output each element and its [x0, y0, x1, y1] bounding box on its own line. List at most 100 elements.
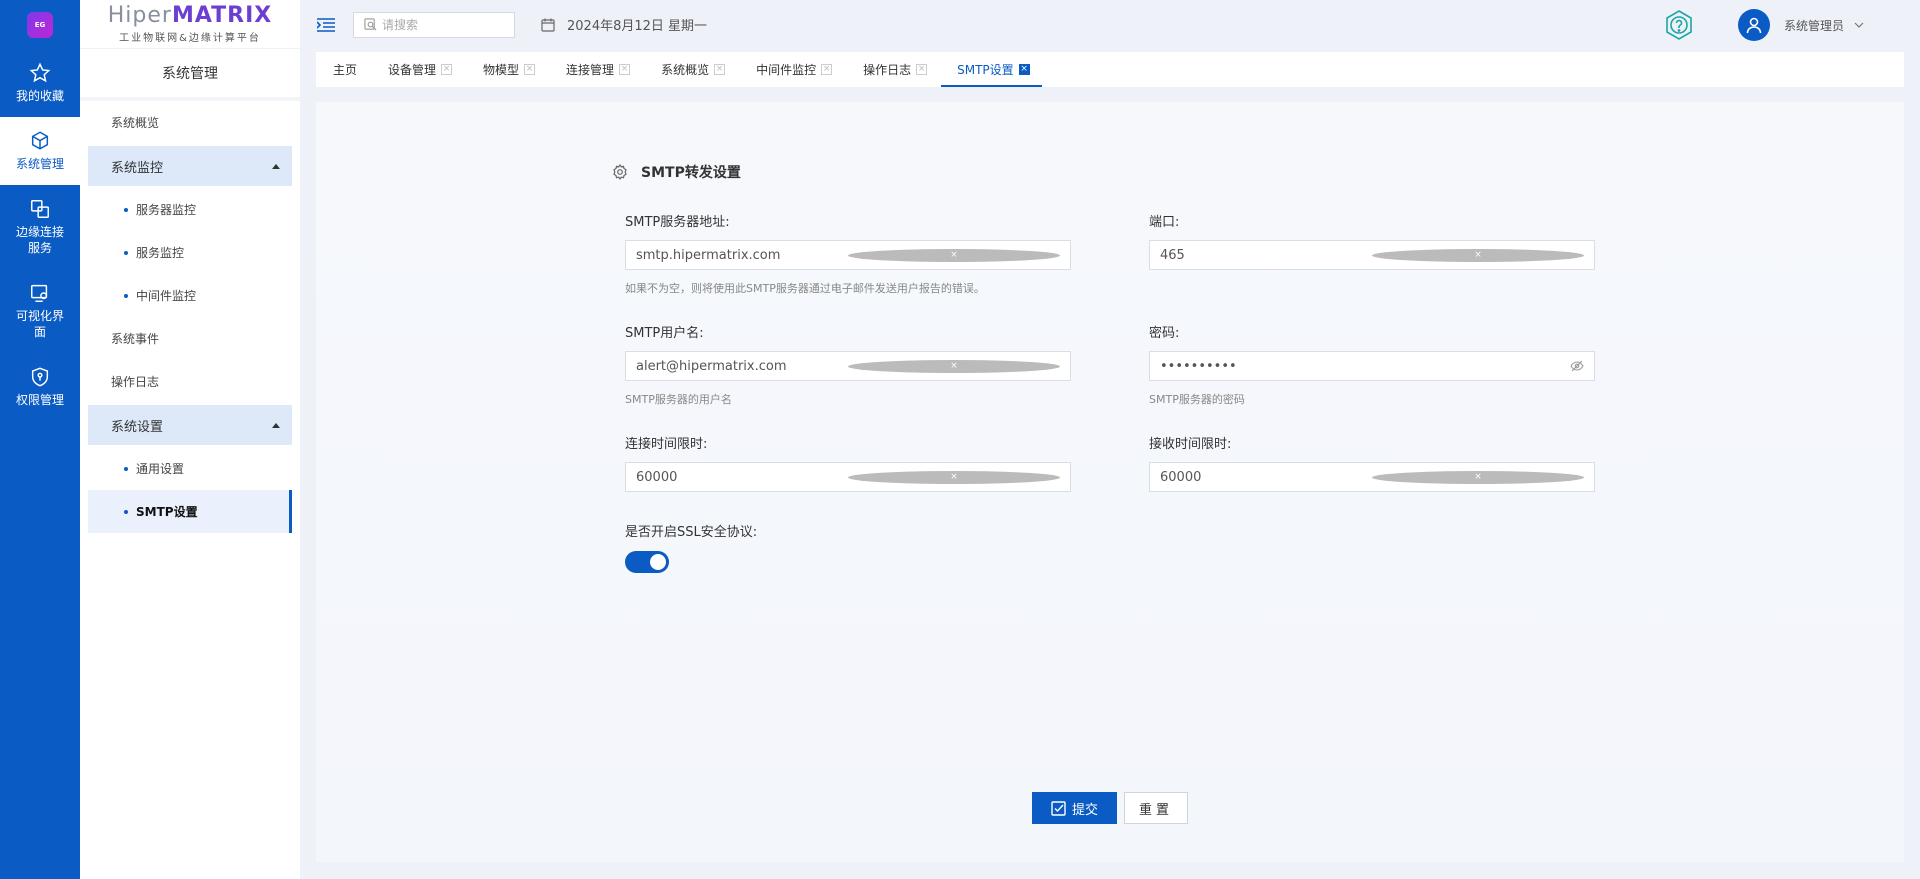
input-value: •••••••••• — [1160, 358, 1237, 374]
search-icon — [364, 18, 377, 31]
clear-icon[interactable]: × — [848, 470, 1060, 484]
sidebar-group-label: 系统监控 — [111, 160, 164, 176]
connect-timeout-input[interactable]: 60000 × — [625, 462, 1071, 492]
star-icon — [29, 62, 51, 83]
rail-item-label: 边缘连接服务 — [16, 225, 65, 255]
sidebar-item-label: SMTP设置 — [136, 505, 198, 519]
secondary-sidebar: HiperMATRIX 工业物联网&边缘计算平台 系统管理 系统概览 系统监控 … — [80, 0, 300, 879]
search-placeholder: 请搜索 — [382, 18, 419, 32]
form-title-text: SMTP转发设置 — [641, 165, 741, 181]
clear-icon[interactable]: × — [848, 248, 1060, 262]
close-icon[interactable]: × — [441, 64, 453, 75]
sidebar-item-smtp-settings[interactable]: SMTP设置 — [88, 490, 292, 533]
rail-item-favorites[interactable]: 我的收藏 — [0, 49, 80, 117]
tab-label: 连接管理 — [566, 63, 615, 77]
field-hint: SMTP服务器的密码 — [1149, 393, 1245, 406]
sidebar-item-oplog[interactable]: 操作日志 — [88, 360, 292, 403]
chevron-up-icon — [272, 163, 280, 169]
rail-item-label: 系统管理 — [15, 157, 64, 171]
sidebar-title: 系统管理 — [80, 49, 300, 101]
sidebar-item-overview[interactable]: 系统概览 — [88, 101, 292, 144]
calendar-icon — [541, 18, 555, 32]
sidebar-item-server-monitor[interactable]: 服务器监控 — [88, 188, 292, 231]
sidebar-item-general-settings[interactable]: 通用设置 — [88, 447, 292, 490]
sidebar-item-service-monitor[interactable]: 服务监控 — [88, 231, 292, 274]
ssl-label: 是否开启SSL安全协议: — [625, 525, 758, 540]
reset-button[interactable]: 重置 — [1124, 792, 1188, 824]
close-icon[interactable]: × — [916, 64, 928, 75]
sidebar-item-middleware-monitor[interactable]: 中间件监控 — [88, 274, 292, 317]
reset-label: 重置 — [1138, 802, 1173, 818]
tab-middleware-monitor[interactable]: 中间件监控 × — [739, 52, 833, 87]
clear-icon[interactable]: × — [1372, 470, 1584, 484]
sidebar-item-label: 服务监控 — [136, 246, 185, 260]
menu-toggle-icon[interactable] — [317, 17, 335, 32]
sidebar-group-monitor[interactable]: 系统监控 — [88, 146, 292, 186]
form-title: SMTP转发设置 — [612, 162, 741, 182]
rail-item-label: 可视化界面 — [16, 309, 65, 339]
tab-bar: 主页 设备管理 × 物模型 × 连接管理 × 系统概览 × 中间件监控 × 操作日志 × S… — [316, 52, 1904, 87]
rail-item-edge-connect[interactable]: 边缘连接服务 — [0, 185, 80, 269]
clear-icon[interactable]: × — [848, 359, 1060, 373]
tab-label: SMTP设置 — [957, 63, 1014, 77]
port-field: 端口: 465 × — [1149, 211, 1595, 270]
icon-rail: EG 我的收藏 系统管理 边缘连接服务 可视化界面 权限管理 — [0, 0, 80, 879]
tab-label: 系统概览 — [661, 63, 710, 77]
field-label: 端口: — [1149, 215, 1180, 230]
smtp-username-input[interactable]: alert@hipermatrix.com × — [625, 351, 1071, 381]
tab-label: 中间件监控 — [756, 63, 817, 77]
submit-button[interactable]: 提交 — [1032, 792, 1117, 824]
rail-item-permissions[interactable]: 权限管理 — [0, 353, 80, 421]
tab-label: 操作日志 — [863, 63, 912, 77]
close-icon[interactable]: × — [821, 64, 833, 75]
smtp-server-input[interactable]: smtp.hipermatrix.com × — [625, 240, 1071, 270]
port-input[interactable]: 465 × — [1149, 240, 1595, 270]
receive-timeout-input[interactable]: 60000 × — [1149, 462, 1595, 492]
app-logo[interactable]: EG — [0, 0, 80, 49]
connect-timeout-field: 连接时间限时: 60000 × — [625, 433, 1071, 492]
input-value: 60000 — [636, 469, 678, 485]
field-hint: SMTP服务器的用户名 — [625, 393, 732, 406]
toggle-knob — [650, 554, 666, 570]
eye-off-icon[interactable] — [1570, 360, 1584, 372]
tab-smtp-settings[interactable]: SMTP设置 × — [941, 52, 1042, 87]
tab-system-overview[interactable]: 系统概览 × — [644, 52, 726, 87]
top-bar: 请搜索 2024年8月12日 星期一 系统管理员 — [300, 0, 1920, 49]
rail-item-visual-interface[interactable]: 可视化界面 — [0, 269, 80, 353]
sidebar-item-label: 服务器监控 — [136, 203, 197, 217]
tab-operation-log[interactable]: 操作日志 × — [846, 52, 928, 87]
close-icon[interactable]: × — [524, 64, 536, 75]
close-icon[interactable]: × — [1018, 64, 1030, 75]
ssl-toggle[interactable] — [625, 551, 669, 573]
password-field: 密码: •••••••••• SMTP服务器的密码 — [1149, 322, 1595, 407]
field-hint: 如果不为空，则将使用此SMTP服务器通过电子邮件发送用户报告的错误。 — [625, 282, 985, 295]
sidebar-group-label: 系统设置 — [111, 419, 164, 435]
user-menu[interactable]: 系统管理员 — [1738, 9, 1864, 41]
search-input[interactable]: 请搜索 — [353, 11, 515, 38]
tab-label: 物模型 — [483, 63, 520, 77]
rail-item-system-management[interactable]: 系统管理 — [0, 117, 80, 185]
input-value: alert@hipermatrix.com — [636, 358, 787, 374]
tab-device-management[interactable]: 设备管理 × — [371, 52, 453, 87]
rail-item-label: 权限管理 — [15, 393, 64, 407]
tab-home[interactable]: 主页 — [316, 52, 357, 87]
close-icon[interactable]: × — [619, 64, 631, 75]
brand-subtitle: 工业物联网&边缘计算平台 — [119, 33, 261, 44]
tab-connection-management[interactable]: 连接管理 × — [549, 52, 631, 87]
brand-name-main: MATRIX — [171, 3, 273, 28]
sidebar-group-settings[interactable]: 系统设置 — [88, 405, 292, 445]
sidebar-item-label: 中间件监控 — [136, 289, 197, 303]
help-icon[interactable] — [1662, 8, 1696, 42]
sidebar-item-label: 通用设置 — [136, 462, 185, 476]
tab-thing-model[interactable]: 物模型 × — [466, 52, 536, 87]
receive-timeout-field: 接收时间限时: 60000 × — [1149, 433, 1595, 492]
bullet-icon — [124, 466, 128, 471]
visual-screen-icon — [31, 284, 48, 302]
password-input[interactable]: •••••••••• — [1149, 351, 1595, 381]
close-icon[interactable]: × — [714, 64, 726, 75]
field-label: 密码: — [1149, 326, 1180, 341]
input-value: smtp.hipermatrix.com — [636, 247, 781, 263]
bullet-icon — [124, 509, 128, 514]
clear-icon[interactable]: × — [1372, 248, 1584, 262]
sidebar-item-events[interactable]: 系统事件 — [88, 317, 292, 360]
